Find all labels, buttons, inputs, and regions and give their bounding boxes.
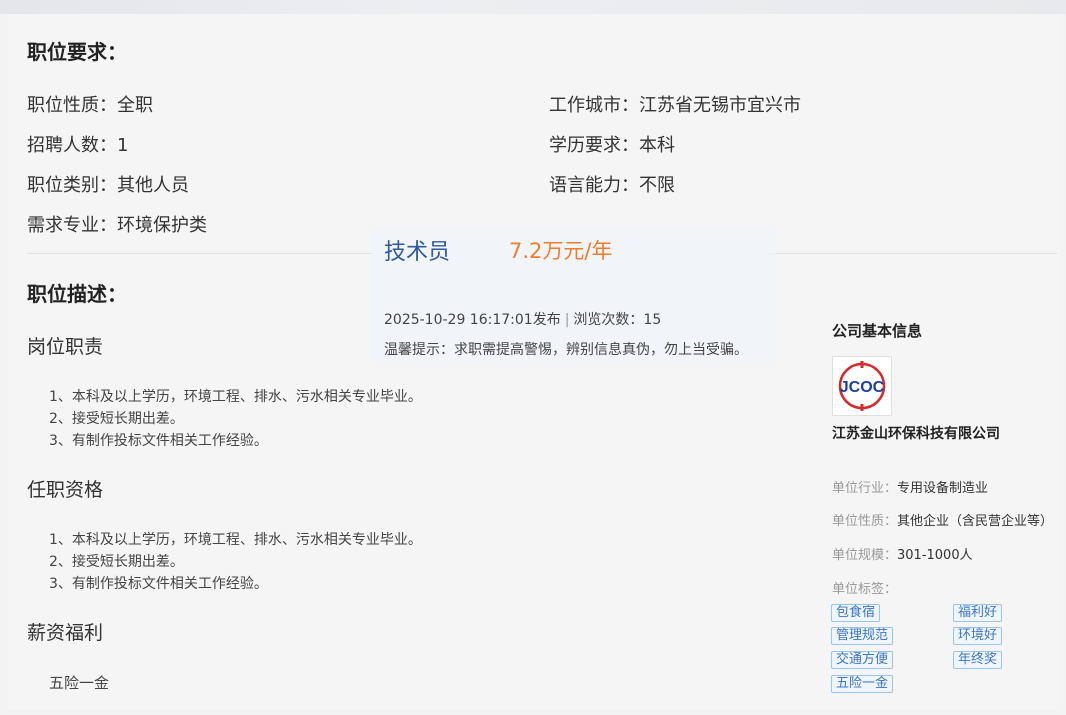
headcount-row: 招聘人数：1: [27, 131, 128, 157]
company-tag: 福利好: [953, 604, 1003, 622]
industry-value: 专用设备制造业: [897, 481, 989, 496]
company-scale: 单位规模：301-1000人: [832, 544, 973, 563]
company-heading: 公司基本信息: [832, 322, 923, 340]
svg-text:JCOC: JCOC: [840, 379, 885, 396]
major-value: 环境保护类: [117, 215, 207, 236]
company-name[interactable]: 江苏金山环保科技有限公司: [832, 423, 1000, 443]
job-nature-row: 职位性质：全职: [27, 91, 153, 117]
job-detail-card: [8, 14, 1060, 710]
company-nature: 单位性质：其他企业（含民营企业等）: [832, 510, 1053, 529]
company-logo[interactable]: JCOC: [832, 356, 892, 416]
work-city-label: 工作城市：: [549, 95, 639, 116]
company-tag: 包食宿: [831, 604, 881, 622]
scale-label: 单位规模：: [832, 548, 898, 563]
meta-separator: |: [564, 312, 570, 328]
publish-time: 2025-10-29 16:17:01发布: [384, 312, 561, 328]
work-city-row: 工作城市：江苏省无锡市宜兴市: [549, 91, 801, 117]
benefits-text: 五险一金: [49, 674, 110, 692]
requirements-title: 职位要求：: [27, 40, 127, 64]
education-row: 学历要求：本科: [549, 131, 675, 157]
major-label: 需求专业：: [27, 215, 117, 236]
education-label: 学历要求：: [549, 135, 639, 156]
nature-value: 其他企业（含民营企业等）: [897, 514, 1054, 529]
view-count: 浏览次数：15: [573, 312, 662, 328]
education-value: 本科: [639, 135, 675, 156]
work-city-value: 江苏省无锡市宜兴市: [639, 95, 801, 116]
major-row: 需求专业：环境保护类: [27, 211, 207, 237]
list-item: 3、有制作投标文件相关工作经验。: [49, 433, 268, 449]
duties-title: 岗位职责: [27, 336, 104, 358]
company-tag: 年终奖: [953, 651, 1003, 669]
company-tags-label: 单位标签：: [832, 578, 897, 597]
benefits-title: 薪资福利: [27, 622, 104, 644]
company-tag: 交通方便: [831, 651, 894, 669]
list-item: 2、接受短长期出差。: [49, 554, 184, 570]
duties-list: 1、本科及以上学历，环境工程、排水、污水相关专业毕业。 2、接受短长期出差。 3…: [49, 386, 422, 452]
top-strip: [0, 0, 1066, 14]
scale-value: 301-1000人: [897, 548, 973, 563]
safety-warning: 温馨提示：求职需提高警惕，辨别信息真伪，勿上当受骗。: [384, 342, 748, 358]
headcount-value: 1: [117, 135, 129, 156]
job-category-row: 职位类别：其他人员: [27, 171, 189, 197]
language-value: 不限: [639, 175, 675, 196]
job-category-value: 其他人员: [117, 175, 189, 196]
headcount-label: 招聘人数：: [27, 135, 117, 156]
list-item: 2、接受短长期出差。: [49, 411, 184, 427]
language-label: 语言能力：: [549, 175, 639, 196]
nature-label: 单位性质：: [832, 514, 898, 529]
description-title: 职位描述：: [27, 282, 127, 306]
list-item: 1、本科及以上学历，环境工程、排水、污水相关专业毕业。: [49, 389, 422, 405]
job-title: 技术员: [384, 240, 451, 265]
company-industry: 单位行业：专用设备制造业: [832, 477, 988, 496]
job-nature-label: 职位性质：: [27, 95, 117, 116]
qualifications-list: 1、本科及以上学历，环境工程、排水、污水相关专业毕业。 2、接受短长期出差。 3…: [49, 529, 422, 595]
company-tag: 五险一金: [831, 675, 894, 693]
industry-label: 单位行业：: [832, 481, 898, 496]
list-item: 1、本科及以上学历，环境工程、排水、污水相关专业毕业。: [49, 532, 422, 548]
salary: 7.2万元/年: [509, 239, 613, 263]
company-logo-icon: JCOC: [838, 361, 886, 411]
job-meta: 2025-10-29 16:17:01发布 | 浏览次数：15: [384, 309, 661, 329]
company-tag: 管理规范: [831, 627, 894, 645]
tags-label: 单位标签：: [832, 582, 898, 597]
job-nature-value: 全职: [117, 95, 153, 116]
job-category-label: 职位类别：: [27, 175, 117, 196]
qualifications-title: 任职资格: [27, 479, 104, 501]
list-item: 3、有制作投标文件相关工作经验。: [49, 576, 268, 592]
company-tag: 环境好: [953, 627, 1003, 645]
language-row: 语言能力：不限: [549, 171, 675, 197]
